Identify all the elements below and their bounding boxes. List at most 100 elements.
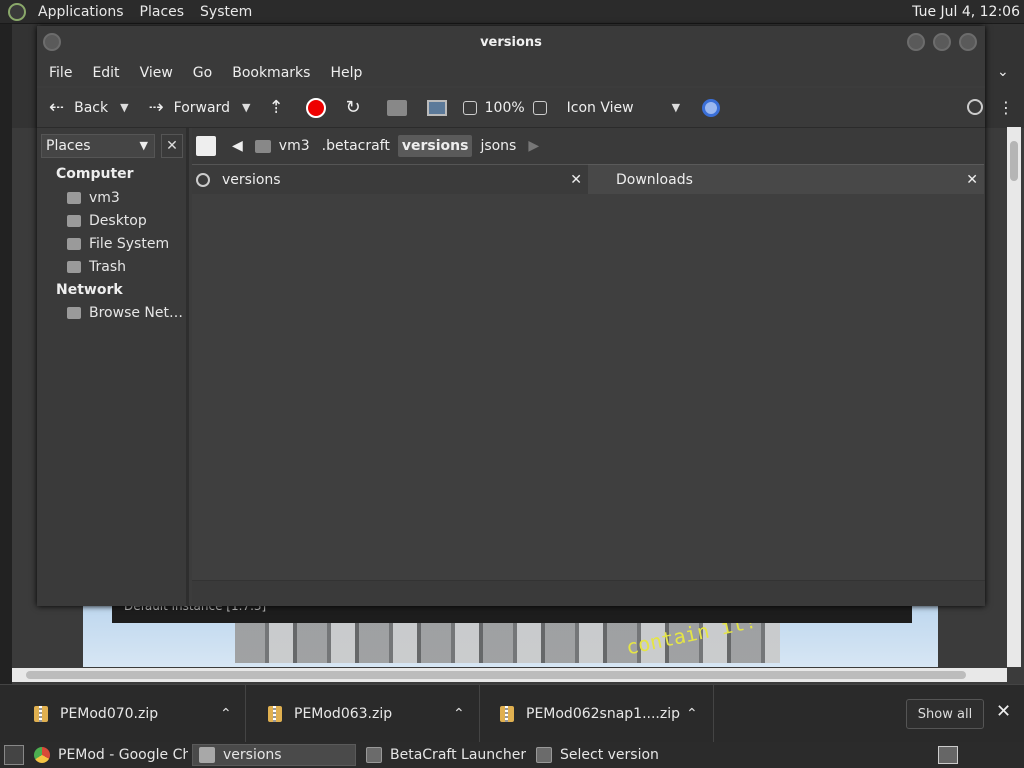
right-pane-content[interactable] (588, 194, 984, 580)
loading-icon (196, 172, 210, 187)
left-pane-title: versions (222, 171, 281, 188)
home-folder-icon (67, 192, 81, 204)
download-filename: PEMod070.zip (60, 706, 159, 722)
menu-go[interactable]: Go (193, 65, 212, 81)
browser-frame-right: ⌄ ⋮ (985, 24, 1024, 128)
betacraft-icon (366, 747, 382, 763)
workspace-switcher-icon[interactable] (938, 746, 958, 764)
stop-button[interactable] (305, 97, 326, 118)
sidebar-item-trash[interactable]: Trash (67, 259, 126, 275)
maximize-button[interactable] (933, 33, 951, 51)
breadcrumb-vm3[interactable]: vm3 (251, 135, 314, 157)
window-titlebar[interactable]: versions (37, 26, 985, 60)
chevron-up-icon[interactable]: ⌃ (220, 706, 232, 722)
zoom-level: 100% (484, 99, 525, 116)
scrollbar-thumb[interactable] (1010, 141, 1018, 181)
breadcrumb-versions[interactable]: versions (397, 135, 473, 157)
sidebar-item-browse-network[interactable]: Browse Net… (67, 305, 183, 321)
desktop-folder-icon (67, 215, 81, 227)
right-pane-header[interactable]: Downloads ✕ (588, 164, 984, 194)
sidebar-item-label: Trash (89, 259, 126, 275)
sidebar-mode-select[interactable]: Places ▼ (41, 134, 155, 158)
menu-help[interactable]: Help (330, 65, 362, 81)
show-all-button[interactable]: Show all (906, 699, 984, 729)
sidebar-close-button[interactable]: ✕ (161, 134, 183, 158)
minimize-button[interactable] (907, 33, 925, 51)
path-scroll-left-icon[interactable]: ◀ (228, 135, 247, 157)
sidebar-item-desktop[interactable]: Desktop (67, 213, 147, 229)
reload-button[interactable]: ↻ (346, 97, 371, 118)
task-betacraft[interactable]: BetaCraft Launcher … (360, 744, 526, 766)
back-button[interactable]: ⇠ Back ▼ (49, 97, 129, 118)
view-mode-select[interactable]: Icon View ▼ (567, 100, 680, 116)
task-chrome[interactable]: PEMod - Google Ch… (28, 744, 188, 766)
clock[interactable]: Tue Jul 4, 12:06 (912, 4, 1024, 20)
zoom-in-icon[interactable] (532, 100, 547, 115)
zip-file-icon (268, 706, 282, 722)
download-filename: PEMod063.zip (294, 706, 393, 722)
sidebar-item-file-system[interactable]: File System (67, 236, 169, 252)
menu-file[interactable]: File (49, 65, 72, 81)
sidebar-item-vm3[interactable]: vm3 (67, 190, 120, 206)
back-history-dropdown-icon[interactable]: ▼ (120, 101, 128, 114)
left-pane-close-icon[interactable]: ✕ (570, 172, 582, 188)
sidebar-mode-value: Places (46, 138, 91, 154)
right-pane-title: Downloads (616, 171, 693, 188)
window-menu-button[interactable] (43, 33, 61, 51)
browser-vertical-scrollbar[interactable] (1007, 127, 1021, 667)
browser-tab-list-icon[interactable]: ⌄ (997, 64, 1009, 80)
betacraft-icon (536, 747, 552, 763)
breadcrumb-jsons[interactable]: jsons (476, 135, 520, 157)
browser-frame-left (12, 24, 38, 128)
zip-file-icon (34, 706, 48, 722)
chevron-up-icon[interactable]: ⌃ (686, 706, 698, 722)
computer-button[interactable] (426, 99, 447, 116)
task-select-version[interactable]: Select version (530, 744, 690, 766)
scrollbar-thumb[interactable] (26, 671, 966, 679)
downloads-close-icon[interactable]: ✕ (996, 701, 1011, 722)
system-menu[interactable]: System (192, 4, 260, 20)
task-label: BetaCraft Launcher … (390, 747, 526, 763)
path-scroll-right-icon[interactable]: ▶ (524, 135, 543, 157)
up-button[interactable]: ⇡ (268, 97, 293, 118)
downloads-bar: PEMod070.zip ⌃ PEMod063.zip ⌃ PEMod062sn… (0, 684, 1024, 743)
task-label: versions (223, 747, 282, 763)
distro-logo-icon[interactable] (8, 2, 26, 21)
download-item[interactable]: PEMod070.zip ⌃ (0, 685, 246, 743)
show-desktop-icon[interactable] (4, 745, 24, 765)
menu-view[interactable]: View (140, 65, 173, 81)
chevron-down-icon: ▼ (139, 139, 148, 152)
breadcrumb-betacraft[interactable]: .betacraft (318, 135, 394, 157)
trash-icon (67, 261, 81, 273)
close-icon: ✕ (166, 138, 178, 154)
download-item[interactable]: PEMod063.zip ⌃ (246, 685, 480, 743)
chevron-up-icon[interactable]: ⌃ (453, 706, 465, 722)
menu-edit[interactable]: Edit (92, 65, 119, 81)
reload-icon: ↻ (345, 97, 361, 118)
top-panel: Applications Places System Tue Jul 4, 12… (0, 0, 1024, 24)
search-button[interactable] (702, 98, 721, 117)
places-menu[interactable]: Places (132, 4, 193, 20)
sidebar-heading-computer: Computer (56, 166, 134, 182)
forward-history-dropdown-icon[interactable]: ▼ (242, 101, 250, 114)
zoom-out-icon[interactable] (462, 100, 477, 115)
sidebar-item-label: vm3 (89, 190, 120, 206)
folder-icon (199, 747, 215, 763)
left-pane-header[interactable]: versions ✕ (192, 164, 588, 194)
menu-bookmarks[interactable]: Bookmarks (232, 65, 310, 81)
forward-button[interactable]: ⇢ Forward ▼ (149, 97, 251, 118)
right-pane-close-icon[interactable]: ✕ (966, 172, 978, 188)
path-bar: ◀ vm3 .betacraft versions jsons ▶ (192, 128, 985, 164)
browser-horizontal-scrollbar[interactable] (12, 668, 1007, 682)
breadcrumb-label: vm3 (278, 138, 310, 154)
close-button[interactable] (959, 33, 977, 51)
left-pane-content[interactable] (192, 194, 588, 580)
applications-menu[interactable]: Applications (30, 4, 132, 20)
download-item[interactable]: PEMod062snap1....zip ⌃ (480, 685, 714, 743)
home-button[interactable] (386, 99, 407, 116)
toolbar: ⇠ Back ▼ ⇢ Forward ▼ ⇡ ↻ 100% Icon View … (37, 88, 985, 128)
edit-location-icon[interactable] (196, 136, 216, 156)
browser-menu-icon[interactable]: ⋮ (998, 98, 1014, 117)
task-versions[interactable]: versions (192, 744, 356, 766)
window-title: versions (480, 35, 542, 50)
